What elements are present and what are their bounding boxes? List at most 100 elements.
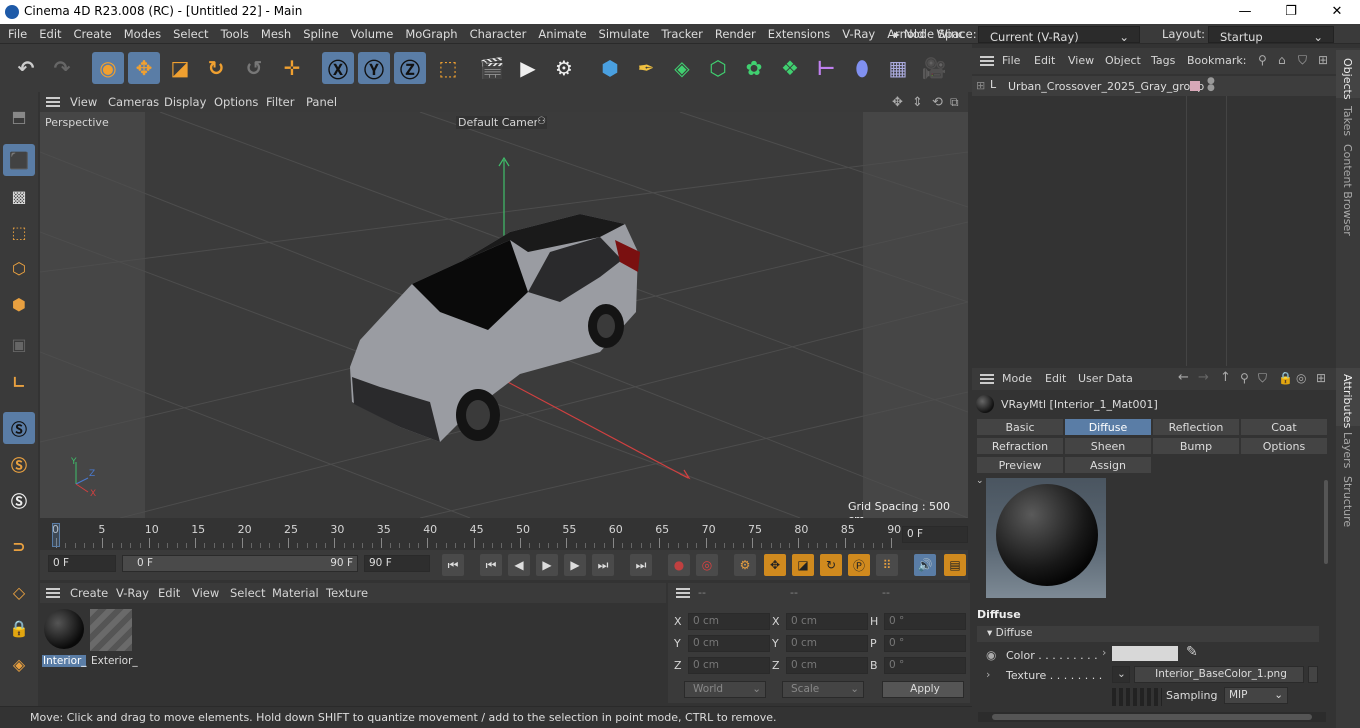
filter-icon[interactable]: ⛉ — [1258, 371, 1267, 386]
material-menu-item[interactable]: Create — [70, 586, 108, 600]
texture-menu-dropdown[interactable]: ⌄ — [1112, 666, 1130, 683]
texture-options-button[interactable] — [1308, 666, 1318, 683]
dolly-view-icon[interactable]: ⇕ — [912, 95, 923, 110]
next-frame-icon[interactable]: ▶ — [564, 554, 586, 576]
coords-hamburger-icon[interactable] — [676, 588, 690, 598]
sound-icon[interactable]: 🔊 — [914, 554, 936, 576]
y-axis-lock-icon[interactable]: Ⓨ — [358, 52, 390, 84]
texture-mode-icon[interactable]: ▩ — [3, 180, 35, 212]
z-axis-lock-icon[interactable]: Ⓩ — [394, 52, 426, 84]
tab-content-browser[interactable]: Content Browser — [1341, 144, 1354, 236]
scrollbar-thumb[interactable] — [1324, 480, 1328, 564]
maximize-icon[interactable]: ❐ — [1268, 0, 1314, 24]
material-menu-item[interactable]: Material — [272, 586, 319, 600]
menu-item[interactable]: Edit — [33, 24, 67, 44]
redo-icon[interactable]: ↷ — [46, 52, 78, 84]
horizontal-scrollbar[interactable] — [978, 712, 1326, 722]
color-swatch[interactable] — [1112, 646, 1178, 661]
menu-item[interactable]: File — [2, 24, 33, 44]
keyframe-selection-icon[interactable]: ⚙ — [734, 554, 756, 576]
menu-item[interactable]: Extensions — [762, 24, 836, 44]
tab-takes[interactable]: Takes — [1341, 106, 1354, 136]
material-menu-item[interactable]: Select — [230, 586, 265, 600]
coord-value-field[interactable]: 0 cm — [786, 635, 868, 652]
frame-range-slider[interactable]: 0 F 90 F — [122, 555, 358, 572]
menu-item[interactable]: Create — [68, 24, 118, 44]
attr-tab[interactable]: Diffuse — [1064, 418, 1152, 436]
attributes-hamburger-icon[interactable] — [980, 374, 994, 384]
attr-tab[interactable]: Reflection — [1152, 418, 1240, 436]
coord-value-field[interactable]: 0 cm — [688, 613, 770, 630]
diffuse-subsection-header[interactable]: ▾ Diffuse — [977, 626, 1319, 642]
previous-frame-icon[interactable]: ◀ — [508, 554, 530, 576]
tab-layers[interactable]: Layers — [1341, 432, 1354, 468]
live-selection-icon[interactable]: ◉ — [92, 52, 124, 84]
objects-menu-item[interactable]: File — [1002, 54, 1020, 67]
key-pla-icon[interactable]: ⠿ — [876, 554, 898, 576]
back-arrow-icon[interactable]: ← — [1178, 370, 1189, 385]
go-to-end-icon[interactable]: ⏭ — [630, 554, 652, 576]
extrude-icon[interactable]: ⬡ — [702, 52, 734, 84]
viewport-menu-item[interactable]: Options — [214, 95, 258, 109]
menu-item[interactable]: Mesh — [255, 24, 297, 44]
axis-mode-icon[interactable]: ∟ — [3, 366, 35, 398]
playhead[interactable] — [52, 523, 60, 547]
objects-menu-item[interactable]: View — [1068, 54, 1094, 67]
viewport-menu-item[interactable]: Filter — [266, 95, 294, 109]
menu-more-icon[interactable]: ▸ — [894, 24, 900, 44]
material-menu-item[interactable]: View — [192, 586, 219, 600]
tab-structure[interactable]: Structure — [1341, 476, 1354, 527]
menu-item[interactable]: MoGraph — [399, 24, 463, 44]
menu-item[interactable]: Modes — [118, 24, 167, 44]
coord-value-field[interactable]: 0 cm — [688, 657, 770, 674]
lock-workplane-icon[interactable]: 🔒 — [3, 612, 35, 644]
expand-arrow-icon[interactable]: › — [1102, 646, 1106, 659]
expand-arrow-icon[interactable]: › — [986, 668, 990, 681]
menu-item[interactable]: Character — [464, 24, 533, 44]
pen-spline-icon[interactable]: ✒ — [630, 52, 662, 84]
current-frame-field[interactable]: 0 F — [902, 526, 968, 543]
sampling-dropdown[interactable]: MIP ⌄ — [1224, 687, 1288, 704]
home-icon[interactable]: ⌂ — [1278, 53, 1286, 67]
objects-menu-item[interactable]: Tags — [1151, 54, 1175, 67]
subdivision-icon[interactable]: ◈ — [666, 52, 698, 84]
toggle-view-icon[interactable]: ⧉ — [950, 95, 959, 110]
rotate-tool-icon[interactable]: ↻ — [200, 52, 232, 84]
attr-tab[interactable]: Coat — [1240, 418, 1328, 436]
objects-hamburger-icon[interactable] — [980, 56, 994, 66]
render-settings-icon[interactable]: ⚙ — [548, 52, 580, 84]
attr-tab[interactable]: Sheen — [1064, 437, 1152, 455]
menu-item[interactable]: Volume — [345, 24, 400, 44]
film-strip-icon[interactable]: ▤ — [944, 554, 966, 576]
coordinate-mode-dropdown[interactable]: World ⌄ — [684, 681, 766, 698]
viewport-menu-item[interactable]: Cameras — [108, 95, 159, 109]
expand-icon[interactable]: ⊞ — [976, 79, 985, 92]
apply-button[interactable]: Apply — [882, 681, 964, 698]
attr-tab[interactable]: Bump — [1152, 437, 1240, 455]
key-scale-icon[interactable]: ◪ — [792, 554, 814, 576]
material-menu-item[interactable]: Edit — [158, 586, 180, 600]
new-panel-icon[interactable]: ⊞ — [1318, 53, 1328, 67]
layout-dropdown[interactable]: Startup ⌄ — [1208, 26, 1334, 44]
rotate-view-icon[interactable]: ⟲ — [932, 95, 943, 110]
menu-item[interactable]: Animate — [532, 24, 592, 44]
objects-menu-item[interactable]: Edit — [1034, 54, 1055, 67]
search-icon[interactable]: ⚲ — [1240, 371, 1249, 385]
snap-icon[interactable]: Ⓢ — [3, 412, 35, 444]
align-workplane-icon[interactable]: ◈ — [3, 648, 35, 680]
camera-icon[interactable]: 🎥 — [918, 52, 950, 84]
edges-mode-icon[interactable]: ⬡ — [3, 252, 35, 284]
menu-item[interactable]: Spline — [297, 24, 344, 44]
object-row[interactable]: ⊞ L Urban_Crossover_2025_Gray_group ● ● — [972, 76, 1336, 96]
attributes-menu-item[interactable]: Edit — [1045, 372, 1066, 385]
up-arrow-icon[interactable]: ↑ — [1220, 370, 1231, 385]
workplane-icon[interactable]: ◇ — [3, 576, 35, 608]
menu-item[interactable]: Tracker — [655, 24, 709, 44]
scale-mode-dropdown[interactable]: Scale ⌄ — [782, 681, 864, 698]
start-frame-field[interactable]: 0 F — [48, 555, 116, 572]
menu-item[interactable]: V-Ray — [836, 24, 881, 44]
forward-arrow-icon[interactable]: → — [1198, 370, 1209, 385]
animate-radio-icon[interactable]: ◉ — [986, 648, 996, 662]
menu-item[interactable]: Tools — [215, 24, 255, 44]
key-rotation-icon[interactable]: ↻ — [820, 554, 842, 576]
